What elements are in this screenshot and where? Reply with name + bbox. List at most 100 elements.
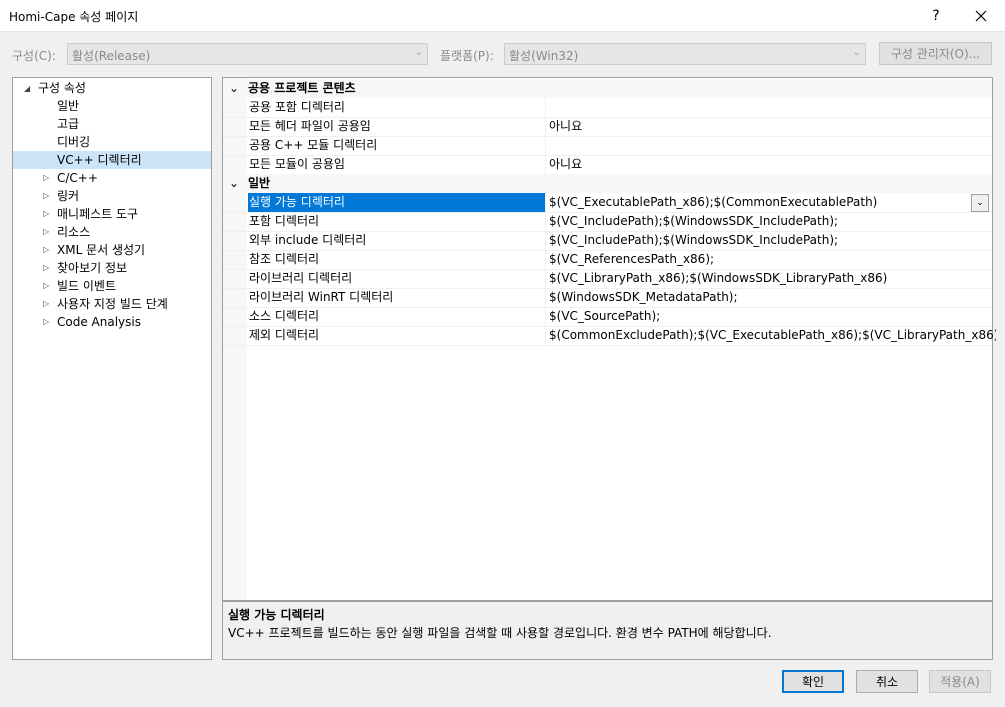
category-header[interactable]: ⌄ 일반 (223, 174, 992, 193)
tree-item-xml-doc[interactable]: ▷ XML 문서 생성기 (13, 241, 211, 259)
category-label: 일반 (248, 176, 271, 190)
tree-item-code-analysis[interactable]: ▷ Code Analysis (13, 313, 211, 331)
property-value[interactable]: $(VC_SourcePath); (545, 307, 996, 326)
property-name: 참조 디렉터리 (249, 252, 320, 266)
ok-button[interactable]: 확인 (782, 670, 844, 693)
config-combo[interactable]: 활성(Release) ⌄ (67, 43, 428, 65)
description-title: 실행 가능 디렉터리 (228, 608, 325, 622)
property-value[interactable]: $(CommonExcludePath);$(VC_ExecutablePath… (545, 326, 996, 345)
tree-item-cpp[interactable]: ▷ C/C++ (13, 169, 211, 187)
property-row[interactable]: 모든 모듈이 공용임 아니요 (223, 155, 992, 175)
property-row[interactable]: 외부 include 디렉터리 $(VC_IncludePath);$(Wind… (223, 231, 992, 251)
platform-label: 플랫폼(P): (440, 49, 494, 63)
close-button[interactable] (959, 0, 1003, 32)
collapsed-triangle-icon: ▷ (43, 245, 50, 254)
chevron-down-icon: ⌄ (229, 81, 240, 95)
property-row[interactable]: 제외 디렉터리 $(CommonExcludePath);$(VC_Execut… (223, 326, 996, 346)
expanded-triangle-icon: ◢ (24, 84, 31, 93)
collapsed-triangle-icon: ▷ (43, 227, 50, 236)
property-grid: ⌄ 공용 프로젝트 콘텐츠 공용 포함 디렉터리 모든 헤더 파일이 공용임 아… (222, 77, 996, 601)
tree-item-linker[interactable]: ▷ 링커 (13, 187, 211, 205)
title-bar: Homi-Cape 속성 페이지 ? (0, 0, 1005, 32)
property-value[interactable]: $(VC_LibraryPath_x86);$(WindowsSDK_Libra… (545, 269, 996, 288)
property-value[interactable]: $(VC_IncludePath);$(WindowsSDK_IncludePa… (545, 212, 996, 231)
chevron-down-icon: ⌄ (976, 198, 984, 208)
tree-root[interactable]: ◢ 구성 속성 (13, 79, 211, 97)
property-row[interactable]: 공용 C++ 모듈 디렉터리 (223, 136, 992, 156)
tree-item-label: 리소스 (57, 225, 91, 239)
tree-item-label: 링커 (57, 189, 80, 203)
value-dropdown-button[interactable]: ⌄ (971, 194, 989, 212)
tree-item-label: 빌드 이벤트 (57, 279, 117, 293)
window-title: Homi-Cape 속성 페이지 (9, 10, 139, 24)
tree-item-custom-build[interactable]: ▷ 사용자 지정 빌드 단계 (13, 295, 211, 313)
collapsed-triangle-icon: ▷ (43, 209, 50, 218)
tree-root-label: 구성 속성 (38, 81, 86, 95)
property-row[interactable]: 라이브러리 WinRT 디렉터리 $(WindowsSDK_MetadataPa… (223, 288, 992, 308)
property-row[interactable]: 소스 디렉터리 $(VC_SourcePath); (223, 307, 992, 327)
description-panel: 실행 가능 디렉터리 VC++ 프로젝트를 빌드하는 동안 실행 파일을 검색할… (222, 601, 993, 660)
property-name: 실행 가능 디렉터리 (248, 193, 546, 212)
tree-item-vc-directories[interactable]: VC++ 디렉터리 (13, 151, 211, 169)
property-name: 모든 헤더 파일이 공용임 (249, 119, 371, 133)
property-name: 공용 C++ 모듈 디렉터리 (249, 138, 378, 152)
collapsed-triangle-icon: ▷ (43, 317, 50, 326)
property-name: 소스 디렉터리 (249, 309, 320, 323)
property-value[interactable]: 아니요 (545, 155, 996, 174)
property-value[interactable]: $(VC_IncludePath);$(WindowsSDK_IncludePa… (545, 231, 996, 250)
property-value[interactable] (545, 98, 996, 117)
cancel-button[interactable]: 취소 (856, 670, 918, 693)
tree-item-advanced[interactable]: 고급 (13, 115, 211, 133)
chevron-down-icon: ⌄ (229, 176, 240, 190)
collapsed-triangle-icon: ▷ (43, 191, 50, 200)
tree-item-label: 찾아보기 정보 (57, 261, 128, 275)
property-name: 외부 include 디렉터리 (249, 233, 367, 247)
property-row[interactable]: 참조 디렉터리 $(VC_ReferencesPath_x86); (223, 250, 992, 270)
description-text: VC++ 프로젝트를 빌드하는 동안 실행 파일을 검색할 때 사용할 경로입니… (228, 626, 772, 640)
tree-item-label: 일반 (57, 99, 80, 113)
platform-combo[interactable]: 활성(Win32) ⌄ (504, 43, 866, 65)
property-name: 제외 디렉터리 (249, 328, 320, 342)
tree-item-debugging[interactable]: 디버깅 (13, 133, 211, 151)
property-name: 포함 디렉터리 (249, 214, 320, 228)
property-name: 공용 포함 디렉터리 (249, 100, 345, 114)
tree-item-label: C/C++ (57, 171, 98, 185)
category-label: 공용 프로젝트 콘텐츠 (248, 81, 356, 95)
chevron-down-icon: ⌄ (414, 47, 423, 58)
help-button[interactable]: ? (914, 0, 958, 32)
property-value[interactable]: $(VC_ReferencesPath_x86); (545, 250, 996, 269)
property-tree: ◢ 구성 속성 일반 고급 디버깅 VC++ 디렉터리 ▷ C/C++ ▷ 링커 ▷… (12, 77, 212, 660)
config-label: 구성(C): (12, 49, 56, 63)
property-name: 모든 모듈이 공용임 (249, 157, 345, 171)
collapsed-triangle-icon: ▷ (43, 281, 50, 290)
category-header[interactable]: ⌄ 공용 프로젝트 콘텐츠 (223, 79, 992, 98)
apply-button[interactable]: 적용(A) (929, 670, 991, 693)
property-row[interactable]: 라이브러리 디렉터리 $(VC_LibraryPath_x86);$(Windo… (223, 269, 992, 289)
property-row-selected[interactable]: 실행 가능 디렉터리 $(VC_ExecutablePath_x86);$(Co… (223, 193, 992, 213)
collapsed-triangle-icon: ▷ (43, 299, 50, 308)
tree-item-browse-info[interactable]: ▷ 찾아보기 정보 (13, 259, 211, 277)
property-value[interactable]: $(WindowsSDK_MetadataPath); (545, 288, 996, 307)
property-row[interactable]: 포함 디렉터리 $(VC_IncludePath);$(WindowsSDK_I… (223, 212, 992, 232)
config-value: 활성(Release) (72, 49, 151, 63)
tree-item-label: XML 문서 생성기 (57, 243, 146, 257)
tree-item-label: 고급 (57, 117, 80, 131)
property-value[interactable]: $(VC_ExecutablePath_x86);$(CommonExecuta… (545, 193, 996, 212)
property-name: 라이브러리 디렉터리 (249, 271, 353, 285)
collapsed-triangle-icon: ▷ (43, 263, 50, 272)
tree-item-manifest-tool[interactable]: ▷ 매니페스트 도구 (13, 205, 211, 223)
property-value[interactable]: 아니요 (545, 117, 996, 136)
tree-item-label: 디버깅 (57, 135, 91, 149)
config-manager-button[interactable]: 구성 관리자(O)... (879, 42, 992, 65)
tree-item-build-events[interactable]: ▷ 빌드 이벤트 (13, 277, 211, 295)
property-row[interactable]: 모든 헤더 파일이 공용임 아니요 (223, 117, 992, 137)
tree-item-general[interactable]: 일반 (13, 97, 211, 115)
collapsed-triangle-icon: ▷ (43, 173, 50, 182)
property-row[interactable]: 공용 포함 디렉터리 (223, 98, 992, 118)
property-name: 라이브러리 WinRT 디렉터리 (249, 290, 394, 304)
tree-item-resources[interactable]: ▷ 리소스 (13, 223, 211, 241)
tree-item-label: VC++ 디렉터리 (57, 153, 142, 167)
close-icon (975, 10, 987, 22)
tree-item-label: Code Analysis (57, 315, 141, 329)
property-value[interactable] (545, 136, 996, 155)
